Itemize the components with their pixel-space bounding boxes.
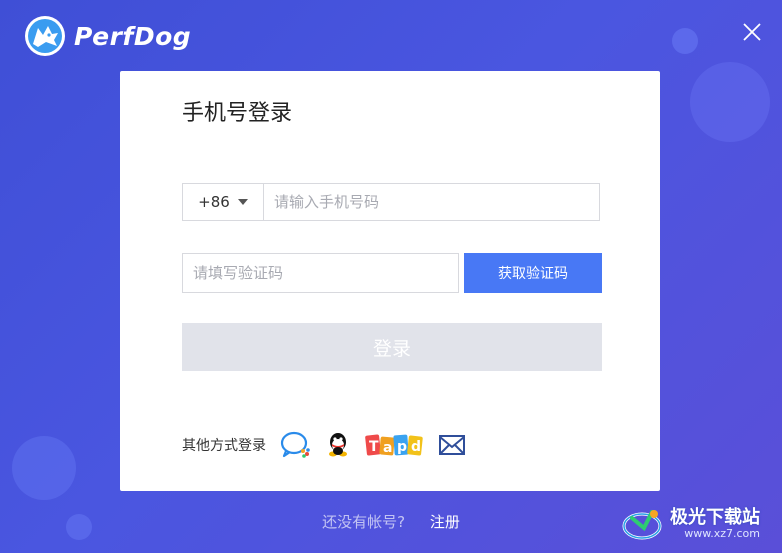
close-button[interactable] xyxy=(738,18,766,46)
country-code-value: +86 xyxy=(198,193,230,211)
login-card: 手机号登录 +86 获取验证码 登录 其他方式登录 xyxy=(120,71,660,491)
other-login-label: 其他方式登录 xyxy=(182,438,266,454)
login-button[interactable]: 登录 xyxy=(182,323,602,371)
perfdog-logo-icon xyxy=(25,16,65,56)
watermark-logo-icon xyxy=(622,510,662,540)
register-link[interactable]: 注册 xyxy=(430,513,460,531)
svg-text:d: d xyxy=(411,439,421,455)
mail-login-button[interactable] xyxy=(438,429,466,461)
mail-icon xyxy=(439,435,465,455)
app-name: PerfDog xyxy=(74,21,192,51)
chevron-down-icon xyxy=(237,199,248,205)
svg-text:p: p xyxy=(397,439,407,455)
phone-input[interactable] xyxy=(264,184,599,220)
tapd-login-button[interactable]: T a p d xyxy=(364,429,424,461)
phone-field-group: +86 xyxy=(182,183,600,221)
app-logo: PerfDog xyxy=(24,14,191,58)
wechat-work-icon xyxy=(280,431,310,458)
site-watermark: 极光下载站 www.xz7.com xyxy=(622,500,760,548)
get-code-button[interactable]: 获取验证码 xyxy=(464,253,602,293)
close-icon xyxy=(743,23,761,41)
decor-bubble xyxy=(672,28,698,54)
no-account-text: 还没有帐号? xyxy=(322,513,406,531)
watermark-text: 极光下载站 www.xz7.com xyxy=(670,508,760,540)
decor-bubble xyxy=(12,436,76,500)
decor-bubble xyxy=(690,62,770,142)
wechat-work-login-button[interactable] xyxy=(280,429,312,461)
tapd-icon: T a p d xyxy=(365,434,423,456)
qq-login-button[interactable] xyxy=(326,429,350,461)
verification-code-input[interactable] xyxy=(183,254,458,292)
country-code-select[interactable]: +86 xyxy=(183,184,264,220)
qq-icon xyxy=(329,433,347,457)
watermark-url: www.xz7.com xyxy=(684,526,760,540)
login-window: PerfDog 手机号登录 +86 获取验证码 登录 其他方式登录 xyxy=(0,0,782,553)
svg-text:T: T xyxy=(369,439,379,455)
code-field-group xyxy=(182,253,459,293)
svg-text:a: a xyxy=(383,440,392,456)
other-login-methods: 其他方式登录 T a p d xyxy=(182,429,480,461)
page-title: 手机号登录 xyxy=(182,101,293,126)
watermark-name: 极光下载站 xyxy=(670,507,760,529)
